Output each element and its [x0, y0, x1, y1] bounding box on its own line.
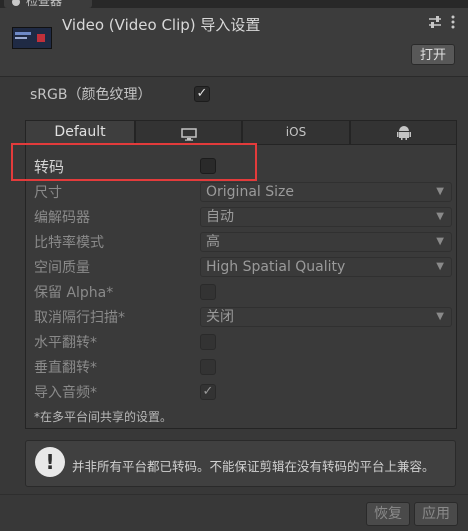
codec-dropdown[interactable]: 自动 ▼ — [200, 207, 452, 227]
video-thumbnail — [12, 27, 52, 49]
chevron-down-icon: ▼ — [436, 236, 444, 247]
import-settings-title: Video (Video Clip) 导入设置 — [62, 16, 261, 34]
warning-text: 并非所有平台都已转码。不能保证剪辑在没有转码的平台上兼容。 — [72, 459, 435, 474]
shared-settings-note: *在多平台间共享的设置。 — [34, 410, 173, 424]
bitrate-mode-value: 高 — [206, 234, 220, 250]
deinterlace-label: 取消隔行扫描* — [34, 310, 125, 326]
tab-android[interactable] — [350, 120, 457, 145]
tab-standalone[interactable] — [135, 120, 242, 145]
srgb-checkbox[interactable]: ✓ — [194, 86, 210, 102]
import-audio-checkbox[interactable]: ✓ — [200, 384, 216, 400]
deinterlace-value: 关闭 — [206, 309, 234, 325]
open-button[interactable]: 打开 — [411, 44, 455, 65]
preset-icon[interactable] — [428, 15, 442, 33]
spatial-quality-label: 空间质量 — [34, 260, 90, 276]
tab-default[interactable]: Default — [25, 120, 135, 145]
flip-vertical-label: 垂直翻转* — [34, 360, 97, 376]
size-label: 尺寸 — [34, 185, 62, 201]
import-audio-label: 导入音频* — [34, 385, 97, 401]
revert-button[interactable]: 恢复 — [366, 502, 410, 526]
flip-horizontal-label: 水平翻转* — [34, 335, 97, 351]
chevron-down-icon: ▼ — [436, 211, 444, 222]
divider — [0, 494, 468, 495]
chevron-down-icon: ▼ — [436, 186, 444, 197]
spatial-quality-dropdown[interactable]: High Spatial Quality ▼ — [200, 257, 452, 277]
flip-vertical-checkbox[interactable] — [200, 359, 216, 375]
tab-ios[interactable]: iOS — [242, 120, 350, 145]
chevron-down-icon: ▼ — [436, 311, 444, 322]
bitrate-mode-label: 比特率模式 — [34, 235, 104, 251]
apply-button[interactable]: 应用 — [414, 502, 458, 526]
codec-value: 自动 — [206, 209, 234, 225]
deinterlace-dropdown[interactable]: 关闭 ▼ — [200, 307, 452, 327]
srgb-label: sRGB（颜色纹理） — [30, 87, 152, 103]
spatial-quality-value: High Spatial Quality — [206, 259, 346, 275]
keep-alpha-checkbox[interactable] — [200, 284, 216, 300]
flip-horizontal-checkbox[interactable] — [200, 334, 216, 350]
size-dropdown[interactable]: Original Size ▼ — [200, 182, 452, 202]
warning-icon: ! — [35, 447, 65, 477]
bitrate-mode-dropdown[interactable]: 高 ▼ — [200, 232, 452, 252]
more-icon[interactable] — [450, 15, 456, 33]
size-value: Original Size — [206, 184, 294, 200]
codec-label: 编解码器 — [34, 210, 90, 226]
chevron-down-icon: ▼ — [436, 261, 444, 272]
highlight-box — [11, 143, 257, 181]
keep-alpha-label: 保留 Alpha* — [34, 285, 114, 301]
